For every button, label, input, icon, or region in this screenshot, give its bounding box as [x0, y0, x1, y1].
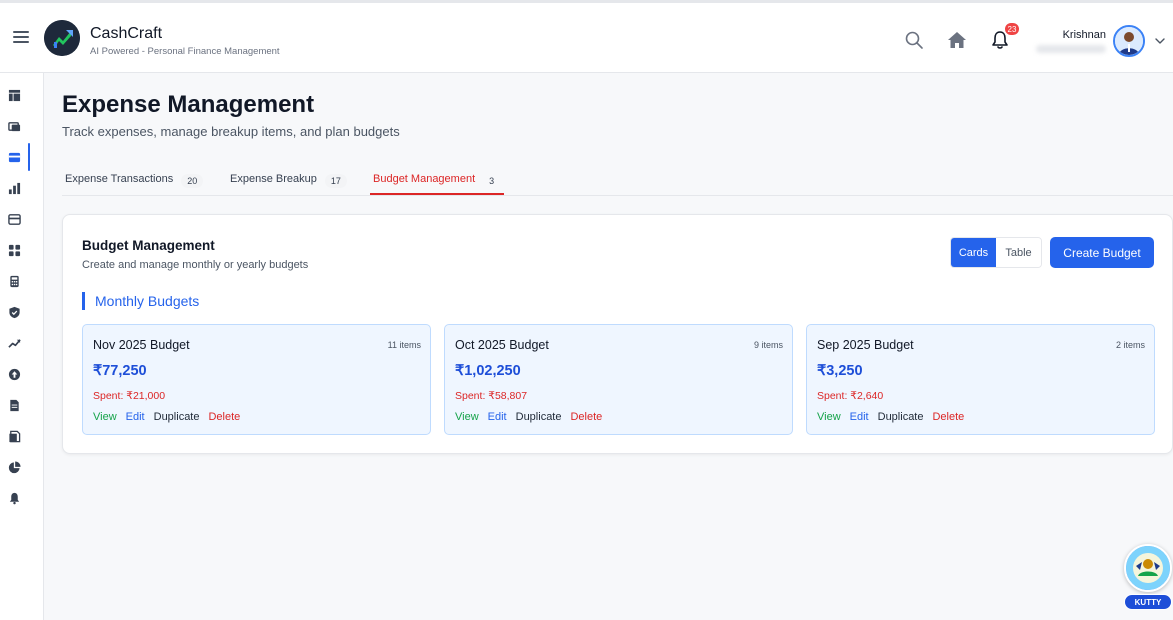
- sidebar-item-reports[interactable]: [5, 396, 23, 414]
- panel-title: Budget Management: [82, 238, 215, 253]
- budget-card[interactable]: Sep 2025 Budget 2 items ₹3,250 Spent: ₹2…: [806, 324, 1155, 435]
- assistant-avatar: [1124, 544, 1172, 592]
- view-cards-button[interactable]: Cards: [951, 238, 996, 267]
- sidebar-item-cards[interactable]: [5, 210, 23, 228]
- budget-card-title: Sep 2025 Budget: [817, 338, 914, 352]
- shield-icon: [8, 306, 20, 318]
- sidebar: [0, 73, 44, 620]
- duplicate-link[interactable]: Duplicate: [516, 411, 562, 423]
- edit-link[interactable]: Edit: [126, 411, 145, 423]
- budget-card-actions: View Edit Duplicate Delete: [817, 411, 964, 423]
- tab-budget-management[interactable]: Budget Management 3: [370, 170, 505, 195]
- sidebar-item-dashboard[interactable]: [5, 86, 23, 104]
- page-subtitle: Track expenses, manage breakup items, an…: [62, 124, 400, 139]
- trending-up-icon: [7, 338, 21, 348]
- document-icon: [9, 399, 19, 411]
- create-budget-button[interactable]: Create Budget: [1050, 237, 1154, 268]
- tab-label: Budget Management: [373, 173, 476, 185]
- tab-count: 17: [324, 174, 347, 188]
- app-name: CashCraft: [90, 25, 163, 42]
- search-icon[interactable]: [904, 30, 924, 50]
- top-bar: CashCraft AI Powered - Personal Finance …: [0, 0, 1173, 73]
- sidebar-item-documents[interactable]: [5, 427, 23, 445]
- assistant-label: KUTTY: [1124, 594, 1172, 610]
- tab-count: 3: [489, 176, 495, 186]
- bell-icon: [9, 492, 19, 504]
- upload-icon: [8, 368, 20, 380]
- delete-link[interactable]: Delete: [208, 411, 240, 423]
- view-link[interactable]: View: [817, 411, 841, 423]
- duplicate-link[interactable]: Duplicate: [878, 411, 924, 423]
- page-title: Expense Management: [62, 91, 315, 118]
- delete-link[interactable]: Delete: [932, 411, 964, 423]
- notification-badge: 23: [1004, 22, 1020, 36]
- folder-icon: [8, 430, 20, 442]
- sidebar-item-security[interactable]: [5, 303, 23, 321]
- sidebar-item-calculator[interactable]: [5, 272, 23, 290]
- tab-count: 20: [181, 174, 204, 188]
- delete-link[interactable]: Delete: [570, 411, 602, 423]
- budget-card[interactable]: Oct 2025 Budget 9 items ₹1,02,250 Spent:…: [444, 324, 793, 435]
- budget-card-item-count: 2 items: [1115, 340, 1145, 350]
- view-toggle: Cards Table: [950, 237, 1042, 268]
- duplicate-link[interactable]: Duplicate: [154, 411, 200, 423]
- sidebar-item-wallet[interactable]: [5, 117, 23, 135]
- budget-card-amount: ₹1,02,250: [455, 363, 521, 379]
- calculator-icon: [9, 275, 19, 287]
- tab-expense-transactions[interactable]: Expense Transactions 20: [65, 170, 204, 195]
- view-link[interactable]: View: [93, 411, 117, 423]
- sidebar-item-analytics[interactable]: [5, 179, 23, 197]
- tab-expense-breakup[interactable]: Expense Breakup 17: [230, 170, 347, 195]
- section-title: Monthly Budgets: [82, 292, 199, 310]
- credit-card-icon: [8, 152, 20, 162]
- user-name[interactable]: Krishnan: [1040, 29, 1106, 41]
- edit-link[interactable]: Edit: [850, 411, 869, 423]
- budget-card-spent: Spent: ₹2,640: [817, 390, 884, 402]
- budget-card-amount: ₹3,250: [817, 363, 863, 379]
- dashboard-icon: [8, 89, 20, 101]
- view-table-button[interactable]: Table: [996, 238, 1041, 267]
- panel-subtitle: Create and manage monthly or yearly budg…: [82, 259, 309, 271]
- wallet-icon: [7, 121, 20, 131]
- edit-link[interactable]: Edit: [488, 411, 507, 423]
- tab-label: Expense Breakup: [230, 173, 317, 185]
- tab-label: Expense Transactions: [65, 173, 174, 185]
- view-link[interactable]: View: [455, 411, 479, 423]
- chevron-down-icon[interactable]: [1154, 35, 1166, 47]
- sidebar-item-income[interactable]: [5, 365, 23, 383]
- budget-card-spent: Spent: ₹21,000: [93, 390, 166, 402]
- budget-card-item-count: 9 items: [753, 340, 783, 350]
- sidebar-item-alerts[interactable]: [5, 489, 23, 507]
- card-icon: [7, 213, 21, 225]
- sidebar-item-expenses[interactable]: [5, 148, 23, 166]
- assistant-button[interactable]: KUTTY: [1122, 544, 1172, 614]
- budget-card-item-count: 11 items: [387, 340, 421, 350]
- bar-chart-icon: [8, 182, 20, 194]
- budget-card-spent: Spent: ₹58,807: [455, 390, 528, 402]
- avatar[interactable]: [1113, 25, 1145, 57]
- pie-chart-icon: [8, 460, 21, 473]
- tab-bar: Expense Transactions 20 Expense Breakup …: [62, 170, 1173, 196]
- budget-card-title: Oct 2025 Budget: [455, 338, 549, 352]
- app-tagline: AI Powered - Personal Finance Management: [90, 46, 280, 57]
- budget-panel: Budget Management Create and manage mont…: [62, 214, 1173, 454]
- grid-icon: [8, 244, 20, 256]
- app-logo[interactable]: [44, 20, 80, 56]
- menu-icon[interactable]: [13, 31, 29, 43]
- budget-card-actions: View Edit Duplicate Delete: [455, 411, 602, 423]
- home-icon[interactable]: [947, 30, 967, 50]
- budget-card[interactable]: Nov 2025 Budget 11 items ₹77,250 Spent: …: [82, 324, 431, 435]
- budget-card-actions: View Edit Duplicate Delete: [93, 411, 240, 423]
- sidebar-item-trends[interactable]: [5, 334, 23, 352]
- budget-card-amount: ₹77,250: [93, 363, 147, 379]
- user-email-blurred: [1036, 45, 1106, 53]
- sidebar-active-indicator: [28, 143, 30, 171]
- sidebar-item-breakdown[interactable]: [5, 458, 23, 476]
- budget-card-title: Nov 2025 Budget: [93, 338, 190, 352]
- sidebar-item-categories[interactable]: [5, 241, 23, 259]
